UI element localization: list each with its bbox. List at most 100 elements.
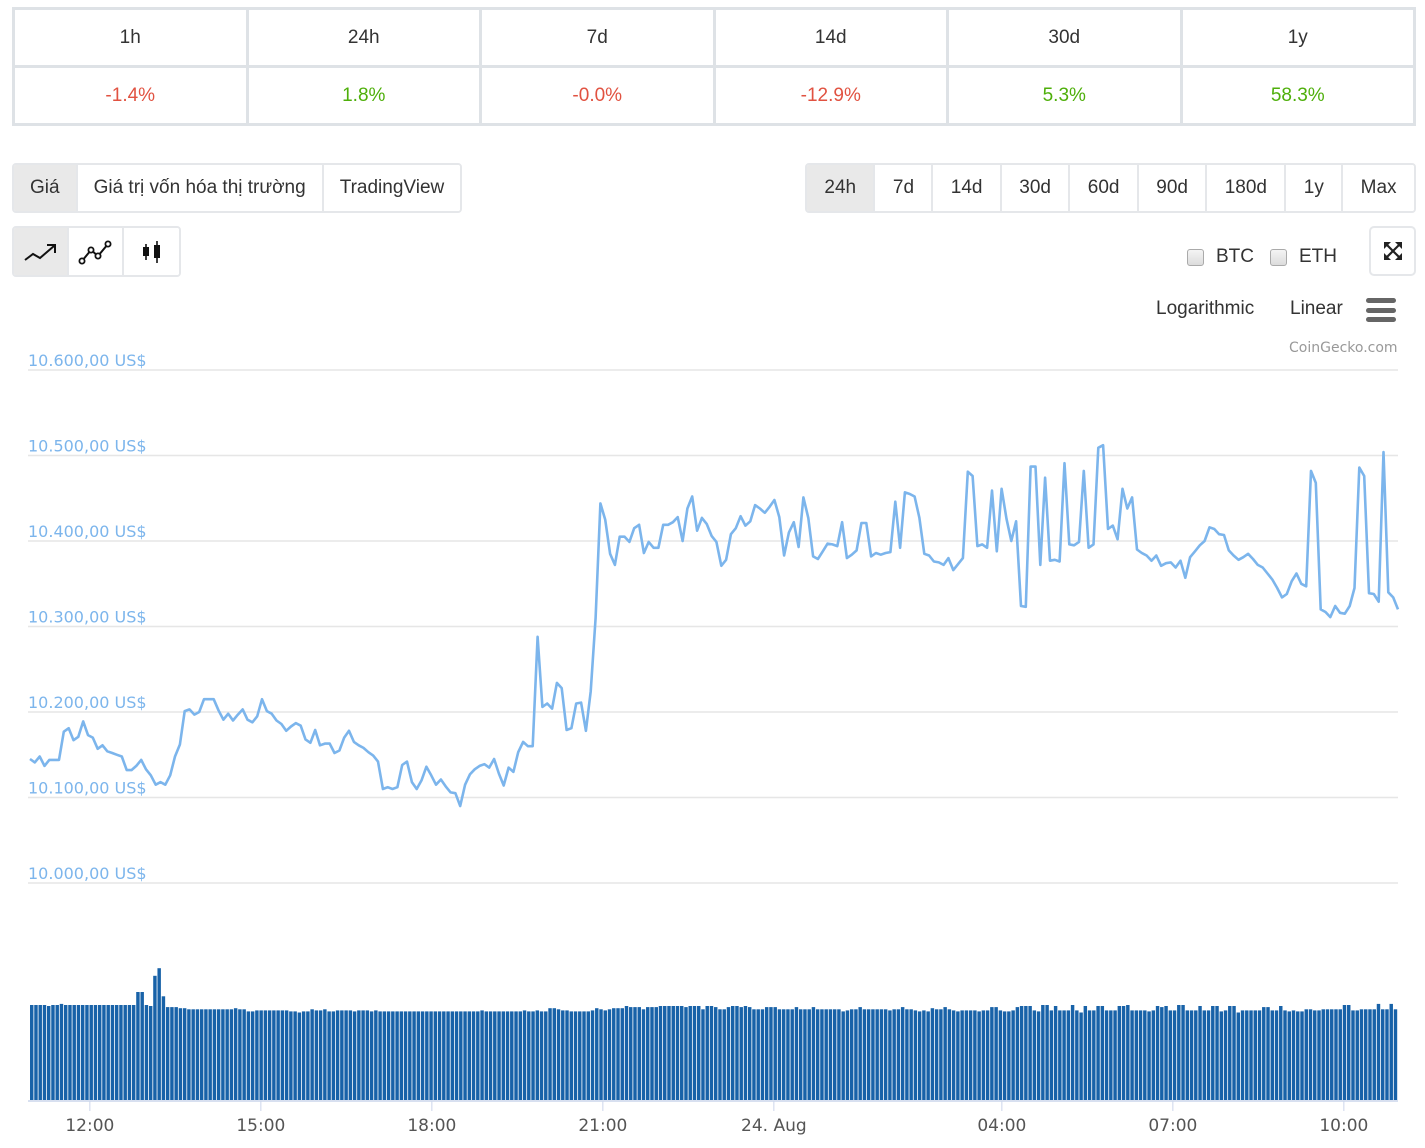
volume-bar	[365, 1010, 370, 1100]
volume-bar	[1062, 1010, 1066, 1100]
volume-bar	[335, 1010, 340, 1100]
volume-bar	[284, 1010, 289, 1100]
volume-bar	[378, 1011, 382, 1100]
volume-bar	[497, 1011, 501, 1100]
volume-bar	[773, 1007, 777, 1100]
volume-bar	[1330, 1009, 1334, 1100]
volume-bar	[280, 1010, 285, 1100]
volume-bar	[429, 1011, 433, 1100]
volume-bar	[1143, 1010, 1147, 1100]
volume-bar	[1236, 1012, 1241, 1100]
volume-bar	[144, 1005, 149, 1100]
volume-bar	[841, 1011, 845, 1100]
volume-bar	[832, 1009, 837, 1100]
volume-bar	[743, 1006, 748, 1100]
volume-bar	[769, 1007, 773, 1100]
volume-bar	[790, 1009, 794, 1100]
volume-bar	[242, 1009, 246, 1100]
volume-bar	[917, 1011, 922, 1100]
volume-bar	[1257, 1010, 1262, 1100]
volume-bar	[548, 1008, 552, 1100]
volume-bar	[68, 1005, 72, 1100]
volume-bar	[191, 1009, 195, 1100]
volume-bar	[437, 1011, 442, 1100]
volume-bar	[722, 1009, 726, 1100]
volume-bar	[42, 1005, 47, 1100]
volume-bar	[102, 1005, 106, 1100]
volume-bar	[586, 1011, 590, 1100]
volume-bar	[705, 1006, 709, 1100]
volume-bar	[1211, 1006, 1215, 1100]
volume-bar	[442, 1011, 446, 1100]
volume-bar	[1266, 1007, 1270, 1100]
volume-bar	[883, 1009, 888, 1100]
volume-bar	[416, 1011, 421, 1100]
volume-bar	[1032, 1010, 1037, 1100]
volume-bar	[837, 1009, 841, 1100]
volume-bar	[403, 1011, 408, 1100]
volume-bar	[306, 1011, 310, 1100]
volume-bar	[803, 1009, 807, 1100]
volume-bar	[1011, 1010, 1015, 1100]
volume-bar	[760, 1009, 765, 1100]
volume-bar	[934, 1009, 939, 1100]
volume-bar	[1007, 1011, 1011, 1100]
volume-bar	[1325, 1009, 1330, 1100]
volume-bar	[221, 1009, 225, 1100]
volume-bar	[1245, 1010, 1249, 1100]
volume-bar	[650, 1007, 654, 1100]
volume-bar	[1389, 1003, 1393, 1100]
y-tick-label: 10.000,00 US$	[28, 864, 147, 883]
volume-bar	[739, 1007, 743, 1100]
volume-bar	[1002, 1011, 1007, 1100]
volume-bar	[544, 1011, 548, 1100]
volume-bar	[709, 1006, 714, 1100]
volume-bar	[556, 1009, 561, 1100]
volume-bar	[535, 1010, 540, 1100]
volume-bar	[875, 1009, 879, 1100]
volume-bar	[1134, 1010, 1139, 1100]
volume-bar	[747, 1007, 752, 1100]
x-tick-label: 12:00	[65, 1116, 114, 1136]
volume-bar	[38, 1005, 42, 1100]
volume-bar	[620, 1008, 624, 1100]
volume-bar	[641, 1009, 646, 1100]
volume-bar	[561, 1010, 565, 1100]
volume-bar	[527, 1011, 531, 1100]
volume-bar	[786, 1009, 790, 1100]
volume-bar	[981, 1010, 986, 1100]
volume-bar	[195, 1009, 200, 1100]
volume-bar	[1092, 1010, 1096, 1100]
volume-bar	[633, 1007, 637, 1100]
volume-bar	[1313, 1010, 1317, 1100]
volume-bar	[1177, 1005, 1181, 1100]
volume-bar	[1113, 1010, 1117, 1100]
volume-bar	[1109, 1010, 1113, 1100]
volume-bar	[119, 1005, 123, 1100]
volume-bar	[752, 1009, 756, 1100]
y-tick-label: 10.100,00 US$	[28, 779, 147, 798]
volume-bar	[1058, 1010, 1062, 1100]
volume-bar	[89, 1005, 93, 1100]
volume-bar	[1393, 1009, 1398, 1100]
volume-bar	[675, 1006, 680, 1100]
volume-bar	[718, 1009, 722, 1100]
volume-bar	[1126, 1005, 1130, 1100]
volume-bar	[174, 1007, 178, 1100]
volume-bar	[1083, 1006, 1088, 1100]
volume-bar	[1206, 1010, 1211, 1100]
volume-bar	[930, 1008, 935, 1100]
volume-bar	[1355, 1010, 1359, 1100]
volume-bar	[658, 1006, 663, 1100]
volume-bar	[446, 1011, 450, 1100]
volume-bar	[1117, 1006, 1122, 1100]
volume-bar	[1172, 1010, 1177, 1100]
volume-bar	[1372, 1009, 1376, 1100]
volume-bar	[1215, 1006, 1219, 1100]
volume-bar	[1274, 1010, 1279, 1100]
volume-bar	[926, 1011, 930, 1100]
volume-bar	[514, 1011, 518, 1100]
volume-bar	[1232, 1006, 1236, 1100]
volume-bar	[943, 1007, 947, 1100]
volume-bar	[1262, 1007, 1266, 1100]
